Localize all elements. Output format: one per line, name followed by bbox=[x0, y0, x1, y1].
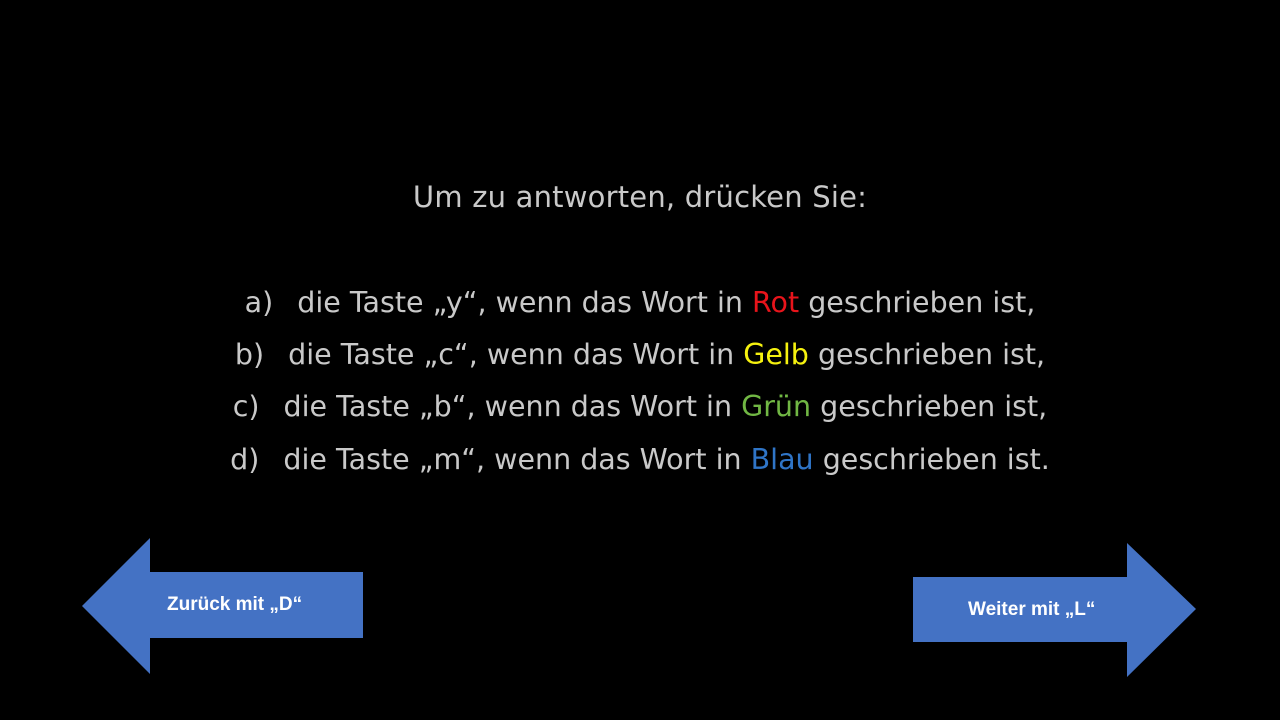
option-a: a) die Taste „y“, wenn das Wort in Rot ge… bbox=[0, 286, 1280, 319]
option-marker: c) bbox=[232, 390, 260, 423]
option-marker: d) bbox=[230, 443, 260, 476]
option-text-before: die Taste „c“, wenn das Wort in bbox=[288, 338, 735, 371]
option-text-after: geschrieben ist, bbox=[808, 286, 1036, 319]
option-text-before: die Taste „m“, wenn das Wort in bbox=[283, 443, 742, 476]
option-text-before: die Taste „y“, wenn das Wort in bbox=[297, 286, 743, 319]
color-word-red: Rot bbox=[752, 286, 800, 319]
next-button[interactable]: Weiter mit „L“ bbox=[912, 543, 1196, 677]
option-marker: a) bbox=[244, 286, 274, 319]
color-word-yellow: Gelb bbox=[743, 338, 809, 371]
back-button-label: Zurück mit „D“ bbox=[167, 594, 303, 615]
option-text-after: geschrieben ist. bbox=[822, 443, 1050, 476]
option-c: c) die Taste „b“, wenn das Wort in Grün g… bbox=[0, 390, 1280, 423]
option-d: d) die Taste „m“, wenn das Wort in Blau g… bbox=[0, 443, 1280, 476]
option-text-before: die Taste „b“, wenn das Wort in bbox=[283, 390, 733, 423]
color-word-green: Grün bbox=[741, 390, 812, 423]
option-text-after: geschrieben ist, bbox=[817, 338, 1046, 371]
back-button[interactable]: Zurück mit „D“ bbox=[82, 538, 364, 674]
instruction-heading: Um zu antworten, drücken Sie: bbox=[412, 180, 868, 214]
option-marker: b) bbox=[234, 338, 265, 371]
slide: Um zu antworten, drücken Sie: a) die Tast… bbox=[0, 0, 1280, 720]
option-b: b) die Taste „c“, wenn das Wort in Gelb g… bbox=[0, 338, 1280, 371]
option-text-after: geschrieben ist, bbox=[820, 390, 1048, 423]
next-button-label: Weiter mit „L“ bbox=[968, 599, 1096, 620]
color-word-blue: Blau bbox=[750, 443, 814, 476]
